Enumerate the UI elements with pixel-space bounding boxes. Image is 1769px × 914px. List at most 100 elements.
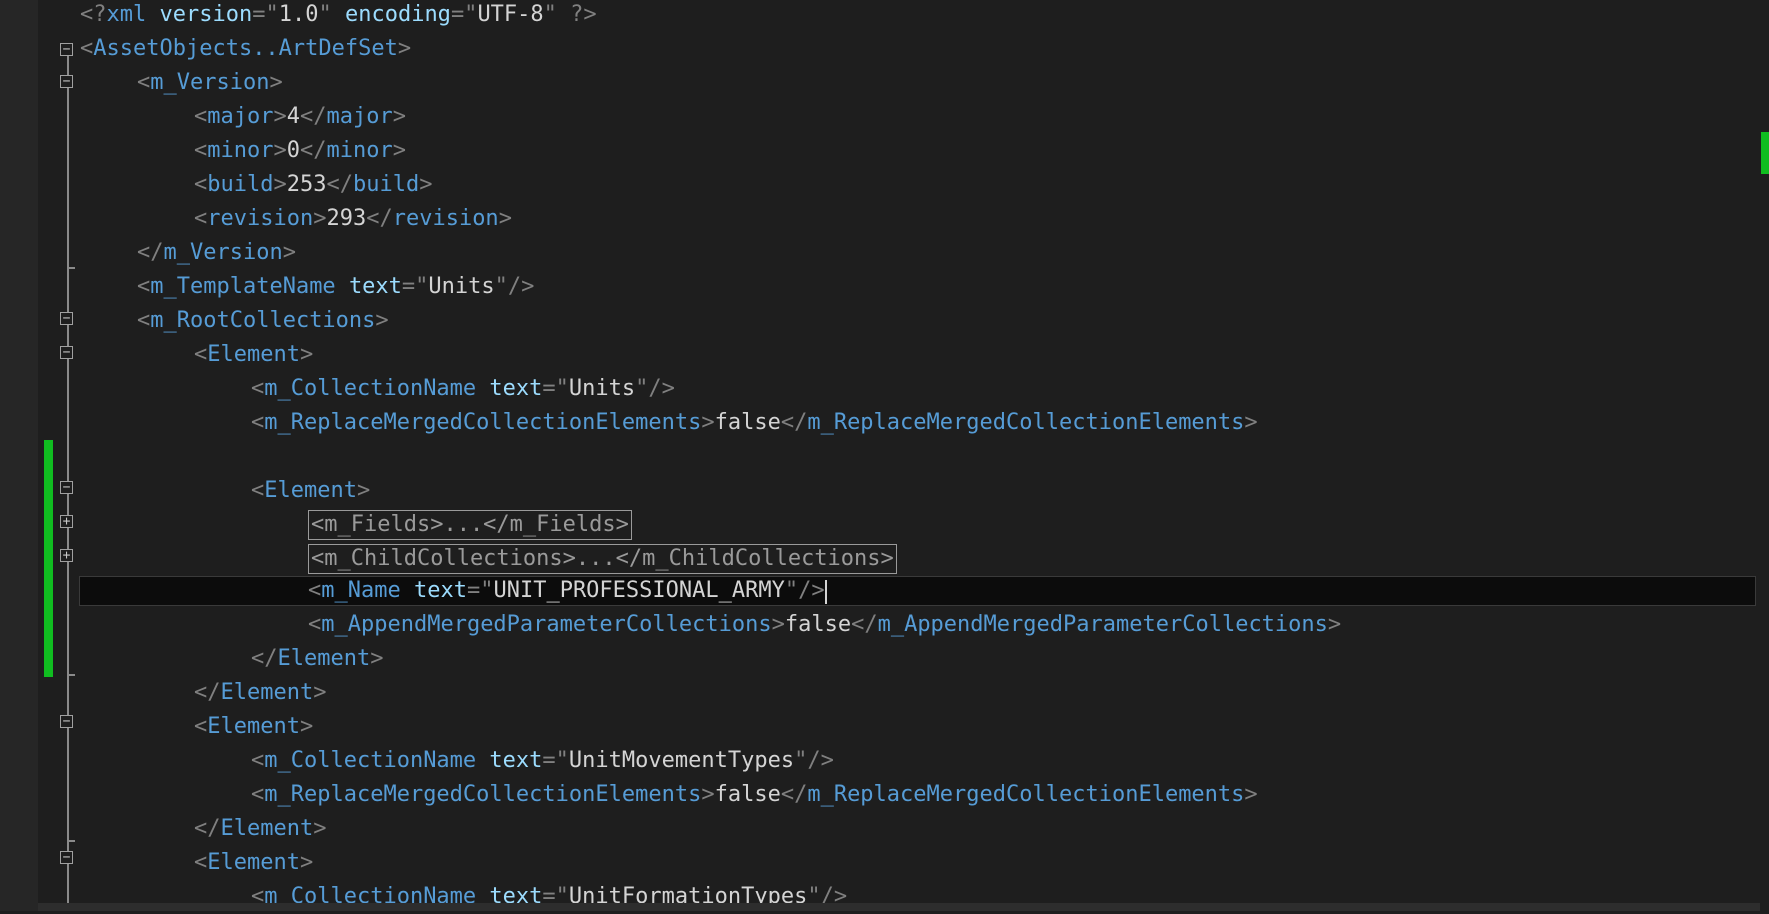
xml-punctuation: < bbox=[137, 308, 151, 333]
xml-punctuation: ?> bbox=[570, 2, 597, 27]
code-line[interactable]: </Element> bbox=[194, 812, 326, 846]
xml-punctuation: <? bbox=[80, 2, 107, 27]
xml-punctuation: =" bbox=[466, 578, 494, 603]
xml-text: 0 bbox=[286, 138, 300, 163]
xml-punctuation: "/> bbox=[494, 274, 535, 299]
collapse-toggle-icon[interactable]: − bbox=[60, 346, 73, 359]
scrollbar-change-marker bbox=[1761, 132, 1769, 174]
collapse-toggle-icon[interactable]: − bbox=[60, 75, 73, 88]
xml-punctuation: < bbox=[194, 172, 208, 197]
expand-toggle-icon[interactable]: + bbox=[60, 515, 73, 528]
xml-punctuation: < bbox=[194, 138, 208, 163]
code-line[interactable]: <m_CollectionName text="Units"/> bbox=[251, 372, 675, 406]
code-line[interactable]: < m_ReplaceMergedCollectionElements> false… bbox=[251, 778, 1258, 812]
code-line[interactable]: <m_Version> bbox=[137, 66, 283, 100]
code-line[interactable]: <m_RootCollections> bbox=[137, 304, 389, 338]
code-line[interactable]: <AssetObjects..ArtDefSet> bbox=[80, 32, 411, 66]
xml-tag-name: Element bbox=[277, 646, 371, 671]
collapse-toggle-icon[interactable]: − bbox=[60, 312, 73, 325]
xml-punctuation: < bbox=[251, 410, 265, 435]
xml-text: false bbox=[714, 410, 781, 435]
xml-punctuation: </ bbox=[194, 816, 221, 841]
xml-punctuation: > bbox=[299, 850, 314, 875]
text-cursor bbox=[825, 580, 827, 604]
collapsed-region[interactable]: <m_ChildCollections>...</m_ChildCollecti… bbox=[308, 544, 897, 574]
code-line[interactable]: </m_Version> bbox=[137, 236, 296, 270]
collapse-toggle-icon[interactable]: − bbox=[60, 851, 73, 864]
xml-punctuation: > bbox=[356, 478, 371, 503]
xml-punctuation: " bbox=[318, 2, 332, 27]
xml-text: 293 bbox=[326, 206, 367, 231]
xml-punctuation: > bbox=[269, 70, 283, 95]
xml-tag-name: revision bbox=[207, 206, 314, 231]
current-code-line[interactable]: <m_Name text="UNIT_PROFESSIONAL_ARMY"/> bbox=[308, 574, 825, 608]
code-line[interactable]: <Element> bbox=[194, 846, 313, 880]
xml-punctuation: > bbox=[375, 308, 389, 333]
expand-toggle-icon[interactable]: + bbox=[60, 549, 73, 562]
xml-punctuation: < bbox=[137, 274, 151, 299]
collapse-toggle-icon[interactable]: − bbox=[60, 481, 73, 494]
code-line[interactable]: <m_TemplateName text="Units"/> bbox=[137, 270, 534, 304]
code-line[interactable]: <m_ChildCollections>...</m_ChildCollecti… bbox=[308, 542, 897, 576]
xml-punctuation: > bbox=[273, 172, 287, 197]
xml-tag-name: minor bbox=[207, 138, 274, 163]
xml-tag-name: major bbox=[207, 104, 274, 129]
xml-text: false bbox=[714, 782, 781, 807]
xml-punctuation: > bbox=[273, 138, 287, 163]
code-text-area[interactable]: <?xml version="1.0" encoding="UTF-8" ?> <… bbox=[80, 0, 1760, 911]
xml-attribute-name: version bbox=[159, 2, 253, 27]
fold-end-marker bbox=[67, 267, 75, 269]
xml-punctuation: "/> bbox=[784, 578, 825, 603]
code-line[interactable]: <m_AppendMergedParameterCollections>fals… bbox=[308, 608, 1341, 642]
xml-punctuation: </ bbox=[299, 104, 327, 129]
xml-tag-name: m_CollectionName bbox=[264, 376, 477, 401]
code-editor[interactable]: − − − − − + + − − <?xml version="1.0" en… bbox=[0, 0, 1769, 911]
xml-tag-name: m_RootCollections bbox=[150, 308, 376, 333]
xml-tag-name: minor bbox=[326, 138, 393, 163]
code-line[interactable]: <build>253</build> bbox=[194, 168, 432, 202]
code-line[interactable]: <revision>293</revision> bbox=[194, 202, 512, 236]
xml-tag-name: m_ReplaceMergedCollectionElements bbox=[807, 782, 1245, 807]
code-line[interactable]: </Element> bbox=[251, 642, 383, 676]
xml-punctuation: </ bbox=[851, 612, 878, 637]
horizontal-scrollbar[interactable] bbox=[38, 903, 1760, 911]
xml-punctuation: > bbox=[370, 646, 384, 671]
code-line[interactable]: <minor>0</minor> bbox=[194, 134, 406, 168]
xml-text: false bbox=[784, 612, 852, 637]
xml-punctuation: < bbox=[251, 782, 265, 807]
xml-punctuation: =" bbox=[252, 2, 279, 27]
xml-tag-name: Element bbox=[264, 478, 357, 503]
xml-text bbox=[332, 2, 345, 27]
code-line[interactable]: <?xml version="1.0" encoding="UTF-8" ?> bbox=[80, 0, 597, 32]
xml-tag-name: AssetObjects..ArtDefSet bbox=[93, 36, 398, 61]
xml-text: 4 bbox=[286, 104, 300, 129]
collapsed-region[interactable]: <m_Fields>...</m_Fields> bbox=[308, 510, 632, 540]
xml-punctuation: > bbox=[313, 680, 327, 705]
xml-attribute-name: text bbox=[413, 578, 467, 603]
xml-tag-name: m_TemplateName bbox=[150, 274, 336, 299]
code-line[interactable]: <m_Fields>...</m_Fields> bbox=[308, 508, 632, 542]
xml-punctuation: =" bbox=[401, 274, 429, 299]
code-line[interactable]: </Element> bbox=[194, 676, 326, 710]
code-line[interactable]: <m_ReplaceMergedCollectionElements>false… bbox=[251, 406, 1258, 440]
xml-tag-name: build bbox=[207, 172, 274, 197]
code-line[interactable]: <m_CollectionName text="UnitMovementType… bbox=[251, 744, 834, 778]
xml-punctuation: < bbox=[194, 714, 208, 739]
change-tracking-bar bbox=[44, 440, 53, 677]
code-line[interactable]: <Element> bbox=[194, 338, 313, 372]
xml-tag-name: m_Version bbox=[150, 70, 270, 95]
xml-attribute-name: text bbox=[348, 274, 402, 299]
xml-punctuation: " bbox=[543, 2, 557, 27]
code-line[interactable]: <Element> bbox=[194, 710, 313, 744]
collapse-toggle-icon[interactable]: − bbox=[60, 43, 73, 56]
code-line[interactable]: <Element> bbox=[251, 474, 370, 508]
xml-punctuation: > bbox=[313, 816, 327, 841]
xml-punctuation: </ bbox=[299, 138, 327, 163]
xml-punctuation: < bbox=[308, 612, 322, 637]
collapse-toggle-icon[interactable]: − bbox=[60, 715, 73, 728]
xml-punctuation: > bbox=[1244, 782, 1258, 807]
code-line[interactable]: <major>4</major> bbox=[194, 100, 406, 134]
xml-punctuation: > bbox=[313, 206, 327, 231]
xml-tag-name: revision bbox=[392, 206, 499, 231]
xml-punctuation: < bbox=[308, 578, 322, 603]
